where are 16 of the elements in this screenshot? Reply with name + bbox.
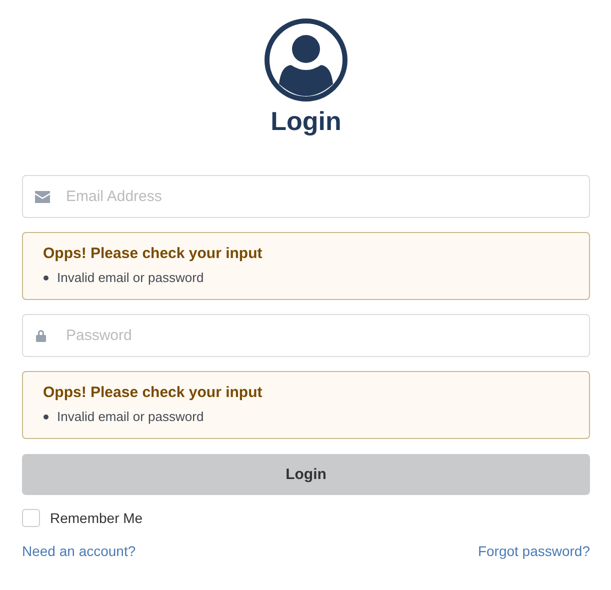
signup-link[interactable]: Need an account?: [22, 543, 136, 559]
remember-checkbox[interactable]: [22, 509, 40, 527]
error-message: Invalid email or password: [57, 409, 204, 425]
input-field[interactable]: Email Address: [22, 175, 590, 218]
error-title: Opps! Please check your input: [43, 245, 264, 262]
error-message: Invalid email or password: [57, 270, 204, 286]
envelope-icon: [35, 190, 50, 202]
login-title: Login: [270, 106, 342, 137]
input-field[interactable]: Password: [22, 314, 590, 357]
bullet-icon: [43, 275, 49, 281]
lock-icon: [35, 329, 47, 342]
user-avatar-icon: [264, 18, 348, 102]
error-title: Opps! Please check your input: [43, 384, 264, 401]
remember-label: Remember Me: [50, 510, 143, 526]
bullet-icon: [43, 414, 49, 420]
forgot-password-link[interactable]: Forgot password?: [478, 543, 590, 559]
